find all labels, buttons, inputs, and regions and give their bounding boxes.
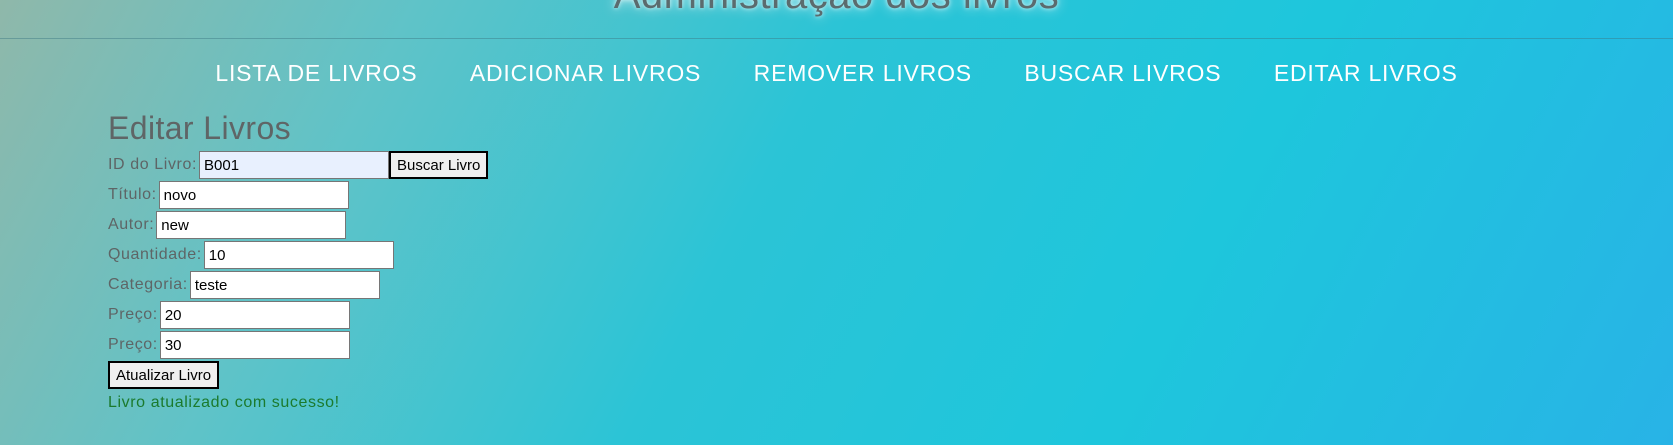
site-title: Administração dos livros	[0, 0, 1673, 18]
quantidade-input[interactable]	[203, 241, 394, 269]
status-message: Livro atualizado com sucesso!	[108, 394, 340, 411]
nav-item-adicionar-livros[interactable]: ADICIONAR LIVROS	[470, 60, 701, 87]
preco-label-1: Preço:	[108, 306, 158, 323]
book-id-input[interactable]	[199, 151, 390, 179]
search-book-button[interactable]: Buscar Livro	[389, 151, 489, 179]
titulo-row: Título:	[108, 180, 488, 210]
autor-row: Autor:	[108, 210, 488, 240]
categoria-label: Categoria:	[108, 276, 188, 293]
preco-row-1: Preço:	[108, 300, 488, 330]
id-row: ID do Livro: Buscar Livro	[108, 150, 489, 180]
submit-row: Atualizar Livro	[108, 360, 488, 390]
site-header: Administração dos livros	[0, 0, 1673, 39]
preco-input-2[interactable]	[159, 331, 350, 359]
page-title: Editar Livros	[108, 110, 292, 146]
preco-label-2: Preço:	[108, 336, 158, 353]
edit-book-section: Editar Livros ID do Livro: Buscar Livro …	[108, 110, 489, 412]
preco-row-2: Preço:	[108, 330, 488, 360]
categoria-input[interactable]	[189, 271, 380, 299]
main-nav: LISTA DE LIVROS ADICIONAR LIVROS REMOVER…	[0, 60, 1673, 87]
quantidade-row: Quantidade:	[108, 240, 488, 270]
quantidade-label: Quantidade:	[108, 246, 202, 263]
nav-item-lista-de-livros[interactable]: LISTA DE LIVROS	[215, 60, 417, 87]
autor-label: Autor:	[108, 216, 155, 233]
titulo-label: Título:	[108, 186, 157, 203]
nav-item-editar-livros[interactable]: EDITAR LIVROS	[1274, 60, 1458, 87]
categoria-row: Categoria:	[108, 270, 488, 300]
id-label: ID do Livro:	[108, 156, 198, 173]
nav-item-remover-livros[interactable]: REMOVER LIVROS	[754, 60, 972, 87]
preco-input-1[interactable]	[159, 301, 350, 329]
update-book-button[interactable]: Atualizar Livro	[108, 361, 220, 389]
autor-input[interactable]	[156, 211, 347, 239]
nav-item-buscar-livros[interactable]: BUSCAR LIVROS	[1024, 60, 1221, 87]
titulo-input[interactable]	[158, 181, 349, 209]
